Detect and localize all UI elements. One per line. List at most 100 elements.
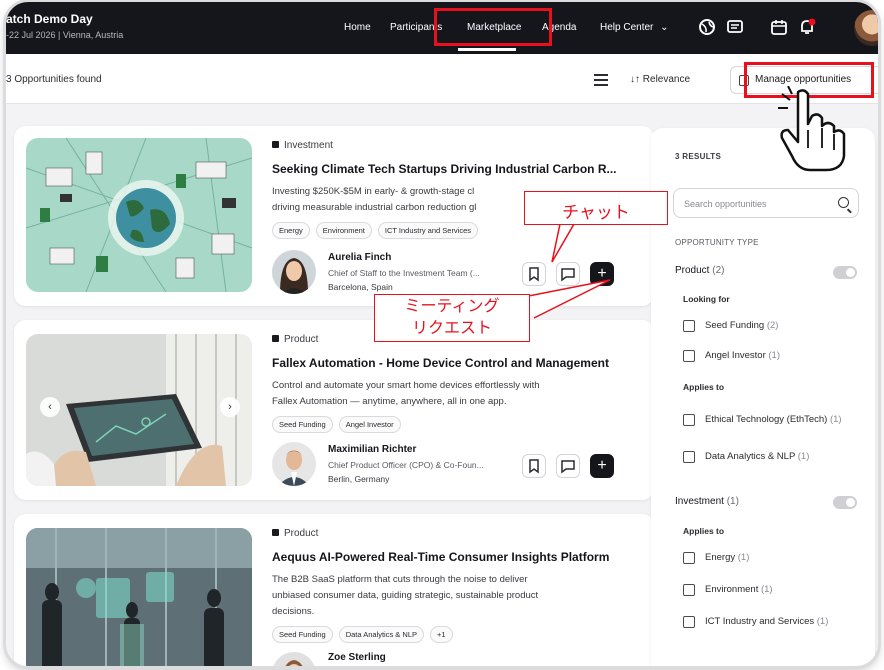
app-window: atch Demo Day -22 Jul 2026 | Vienna, Aus… — [6, 2, 878, 666]
person-avatar[interactable] — [272, 442, 316, 486]
chat-icon[interactable] — [726, 18, 744, 36]
event-title: atch Demo Day — [6, 12, 93, 26]
sort-relevance-button[interactable]: ↓↑ Relevance — [630, 74, 690, 85]
checkbox[interactable] — [683, 350, 695, 362]
filter-option[interactable]: Ethical Technology (EthTech) (1) — [683, 412, 859, 427]
meeting-request-callout: ミーティング リクエスト — [374, 294, 530, 342]
card-description: The B2B SaaS platform that cuts through … — [272, 572, 538, 620]
filter-option[interactable]: Data Analytics & NLP (1) — [683, 449, 859, 464]
looking-for-heading: Looking for — [683, 294, 730, 304]
tag: ICT Industry and Services — [377, 222, 479, 239]
investment-toggle[interactable] — [833, 496, 857, 509]
nav-help-center[interactable]: Help Center ⌄ — [600, 22, 669, 33]
bookmark-icon — [529, 459, 539, 474]
checkbox[interactable] — [683, 414, 695, 426]
opportunity-image — [26, 528, 252, 666]
option-count: (1) — [768, 350, 780, 361]
card-category: Product — [272, 334, 318, 345]
card-description-line: Investing $250K-$5M in early- & growth-s… — [272, 186, 475, 197]
card-tags: Seed Funding Angel Investor — [272, 416, 401, 433]
event-brand[interactable]: atch Demo Day -22 Jul 2026 | Vienna, Aus… — [6, 12, 123, 40]
sort-label: Relevance — [642, 74, 691, 85]
nav-home[interactable]: Home — [344, 22, 371, 33]
filter-option[interactable]: Seed Funding (2) — [683, 318, 859, 333]
search-opportunities-input[interactable]: Search opportunities — [673, 188, 859, 218]
tag: Environment — [315, 222, 372, 239]
bookmark-button[interactable] — [522, 454, 546, 478]
filter-group-product: Product (2) — [675, 265, 724, 276]
option-label: Energy — [705, 552, 736, 563]
meeting-callout-line: ミーティング — [404, 298, 500, 315]
person-name[interactable]: Maximilian Richter — [328, 444, 416, 455]
tag: Seed Funding — [272, 626, 333, 643]
person-name[interactable]: Aurelia Finch — [328, 252, 391, 263]
notification-icon[interactable] — [798, 18, 816, 36]
option-label: Data Analytics & NLP — [705, 451, 796, 462]
person-role: Chief Product Officer (CPO) & Co-Foun... — [328, 460, 484, 470]
filter-option[interactable]: Environment (1) — [683, 582, 859, 597]
checkbox[interactable] — [683, 616, 695, 628]
tag: Seed Funding — [272, 416, 333, 433]
event-subtitle: -22 Jul 2026 | Vienna, Austria — [6, 30, 124, 40]
person-role: Chief of Staff to the Investment Team (.… — [328, 268, 480, 278]
card-description-line: unbiased consumer data, guiding strategi… — [272, 590, 539, 601]
product-toggle[interactable] — [833, 266, 857, 279]
calendar-icon[interactable] — [770, 18, 788, 36]
opportunity-image — [26, 138, 252, 292]
search-placeholder: Search opportunities — [684, 199, 767, 209]
checkbox[interactable] — [683, 584, 695, 596]
card-description-line: decisions. — [272, 606, 315, 617]
filter-group-label: Product — [675, 265, 710, 276]
chat-button[interactable] — [556, 454, 580, 478]
card-title[interactable]: Fallex Automation - Home Device Control … — [272, 356, 632, 370]
results-count: 3 Opportunities found — [6, 74, 102, 85]
chevron-left-icon: ‹ — [48, 401, 52, 413]
carousel-next-button[interactable]: › — [220, 397, 240, 417]
globe-icon[interactable] — [698, 18, 716, 36]
nav-help-center-label: Help Center — [600, 22, 654, 33]
card-title[interactable]: Seeking Climate Tech Startups Driving In… — [272, 162, 632, 176]
option-count: (1) — [829, 414, 842, 425]
applies-to-heading: Applies to — [683, 382, 725, 392]
checkbox[interactable] — [683, 552, 695, 564]
tag-more[interactable]: +1 — [430, 626, 453, 643]
card-category: Investment — [272, 140, 333, 151]
card-description-line: Fallex Automation — anytime, anywhere, a… — [272, 396, 507, 407]
opportunity-card[interactable]: ‹ › Product Fallex Automation - Home Dev… — [14, 320, 654, 500]
opportunity-image — [26, 334, 252, 486]
card-description-line: The B2B SaaS platform that cuts through … — [272, 574, 528, 585]
card-description: Control and automate your smart home dev… — [272, 378, 540, 410]
filter-group-count: (1) — [726, 496, 739, 507]
chevron-right-icon: › — [228, 401, 232, 413]
plus-icon: + — [597, 457, 607, 474]
filter-option[interactable]: Angel Investor (1) — [683, 348, 859, 363]
filter-option[interactable]: ICT Industry and Services (1) — [683, 614, 859, 629]
carousel-prev-button[interactable]: ‹ — [40, 397, 60, 417]
applies-to-heading: Applies to — [683, 526, 725, 536]
tag: Data Analytics & NLP — [338, 626, 424, 643]
meeting-request-button[interactable]: + — [590, 454, 614, 478]
opportunity-card[interactable]: Product Aequus AI-Powered Real-Time Cons… — [14, 514, 654, 666]
card-tags: Energy Environment ICT Industry and Serv… — [272, 222, 479, 239]
chat-callout: チャット — [524, 191, 668, 225]
card-description-line: Control and automate your smart home dev… — [272, 380, 540, 391]
sort-icon: ↓↑ — [630, 74, 640, 85]
chat-callout-pointer — [551, 222, 575, 263]
person-avatar[interactable] — [272, 250, 316, 294]
checkbox[interactable] — [683, 320, 695, 332]
option-count: (1) — [816, 616, 829, 627]
filter-option[interactable]: Energy (1) — [683, 550, 859, 565]
person-avatar[interactable] — [272, 652, 316, 666]
person-name[interactable]: Zoe Sterling — [328, 652, 386, 663]
card-tags: Seed Funding Data Analytics & NLP +1 — [272, 626, 453, 643]
chat-callout-label: チャット — [562, 203, 630, 222]
checkbox[interactable] — [683, 451, 695, 463]
highlight-marketplace — [434, 8, 552, 46]
list-view-icon[interactable] — [594, 74, 608, 86]
option-count: (2) — [766, 320, 779, 331]
user-avatar[interactable] — [854, 10, 878, 46]
card-title[interactable]: Aequus AI-Powered Real-Time Consumer Ins… — [272, 550, 632, 564]
opportunity-type-heading: OPPORTUNITY TYPE — [675, 238, 759, 247]
option-label: ICT Industry and Services — [705, 616, 815, 627]
option-label: Seed Funding — [705, 320, 765, 331]
